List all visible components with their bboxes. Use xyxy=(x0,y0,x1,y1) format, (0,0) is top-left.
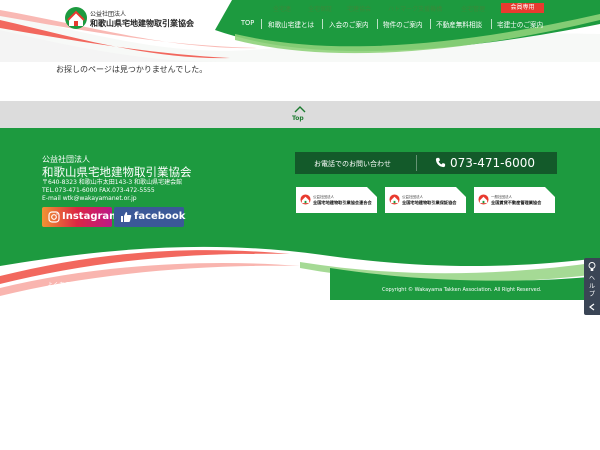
footer-tel-fax: TEL.073-471-6000 FAX.073-472-5555 xyxy=(42,187,155,194)
help-side-tab[interactable]: ヘ ル プ xyxy=(584,258,600,315)
phone-number: 073-471-6000 xyxy=(450,156,536,170)
instagram-button[interactable]: Instagram xyxy=(42,207,120,227)
page-top-label: Top xyxy=(292,115,304,122)
logo-mark-icon xyxy=(65,7,87,29)
facebook-button[interactable]: facebook xyxy=(114,207,186,227)
footer-address: 〒640-8323 和歌山市太田143-3 和歌山県宅建会館 TEL.073-4… xyxy=(42,179,182,203)
nav-item-free-consultation[interactable]: 不動産無料相談 xyxy=(436,19,482,29)
footer-link-divider xyxy=(187,280,188,289)
chevron-up-icon xyxy=(294,106,306,113)
nav-item-about[interactable]: 和歌山宅建とは xyxy=(268,19,314,29)
nav-item-properties[interactable]: 物件のご案内 xyxy=(383,19,423,29)
phone-divider xyxy=(416,155,417,171)
footer-link-access[interactable]: アクセス xyxy=(156,280,180,289)
lightbulb-icon xyxy=(588,262,596,271)
nav-item-takkenshi[interactable]: 宅建士のご案内 xyxy=(497,19,543,29)
page: 公益社団法人 和歌山県宅地建物取引業協会 全宅連 全宅保証 宅建協会 ハトマーク… xyxy=(0,0,600,450)
footer-link-terms[interactable]: サイト利用条件 xyxy=(98,280,140,289)
member-only-button[interactable]: 会員専用 xyxy=(501,3,544,13)
page-top-bar[interactable]: Top xyxy=(0,101,600,128)
phone-contact-box[interactable]: お電話でのお問い合わせ 073-471-6000 xyxy=(295,152,557,174)
hato-mark-icon xyxy=(478,194,489,205)
footer-link-privacy[interactable]: 個人情報保護方針 xyxy=(194,280,242,289)
logo-subtitle: 公益社団法人 xyxy=(90,11,127,18)
footer-link-sitemap[interactable]: サイトマップ xyxy=(289,280,325,289)
thumbs-up-icon xyxy=(121,212,132,222)
nav-divider xyxy=(322,19,323,29)
banner-org-name: 全国賃貸不動産管理業協会 xyxy=(491,200,542,205)
nav-item-top[interactable]: TOP xyxy=(241,19,254,27)
footer-email[interactable]: E-mail wtk@wakayamanet.or.jp xyxy=(42,195,182,203)
banner-corner-graphic xyxy=(367,187,377,197)
top-link-hatomark[interactable]: ハトマーク支援機構 xyxy=(388,4,442,13)
banner-zentakuren[interactable]: 公益社団法人 全国宅地建物取引業協会連合会 xyxy=(296,187,377,213)
logo-title: 和歌山県宅地建物取引業協会 xyxy=(90,19,194,28)
nav-item-membership[interactable]: 入会のご案内 xyxy=(329,19,369,29)
top-link-takken-kyokai[interactable]: 宅建協会 xyxy=(347,4,371,13)
footer-link-divider xyxy=(283,280,284,289)
copyright-text: Copyright © Wakayama Takken Association.… xyxy=(382,287,542,293)
phone-icon xyxy=(435,157,446,168)
facebook-label: facebook xyxy=(134,211,186,222)
help-tab-char: ヘ xyxy=(588,275,595,282)
top-link-zentaku-hosho[interactable]: 全宅保証 xyxy=(308,4,332,13)
footer-link-divider xyxy=(253,280,254,289)
banner-org-name: 全国宅地建物取引業保証協会 xyxy=(402,200,457,205)
banner-zentaku-kanri[interactable]: 一般社団法人 全国賃貸不動産管理業協会 xyxy=(474,187,555,213)
footer-link-faq[interactable]: よくある質問 xyxy=(47,280,83,289)
footer-link-divider xyxy=(91,280,92,289)
help-tab-char: プ xyxy=(588,291,595,298)
footer-org-name: 和歌山県宅地建物取引業協会 xyxy=(42,165,192,179)
nav-divider xyxy=(261,19,262,29)
nav-divider xyxy=(377,19,378,29)
top-link-zentaku-kanri[interactable]: 全宅管理 xyxy=(461,4,485,13)
site-logo[interactable]: 公益社団法人 和歌山県宅地建物取引業協会 xyxy=(64,6,194,32)
nav-divider xyxy=(430,19,431,29)
banner-org-name: 全国宅地建物取引業協会連合会 xyxy=(313,200,372,205)
chevron-left-icon xyxy=(589,303,595,311)
phone-contact-label: お電話でのお問い合わせ xyxy=(314,160,391,168)
hato-mark-icon xyxy=(389,194,400,205)
help-tab-char: ル xyxy=(588,283,595,290)
instagram-label: Instagram xyxy=(62,211,120,222)
footer-link-links[interactable]: リンク xyxy=(259,280,277,289)
banner-zentaku-hosho[interactable]: 公益社団法人 全国宅地建物取引業保証協会 xyxy=(385,187,466,213)
footer-address-line: 〒640-8323 和歌山市太田143-3 和歌山県宅建会館 xyxy=(42,179,183,186)
top-link-zentakuren[interactable]: 全宅連 xyxy=(273,4,291,13)
instagram-icon xyxy=(48,211,60,223)
banner-corner-graphic xyxy=(456,187,466,197)
not-found-message: お探しのページは見つかりませんでした。 xyxy=(56,65,208,74)
nav-divider xyxy=(491,19,492,29)
hato-mark-icon xyxy=(300,194,311,205)
help-tab-label: ヘ ル プ xyxy=(588,275,596,299)
footer-link-divider xyxy=(149,280,150,289)
banner-corner-graphic xyxy=(545,187,555,197)
site-header: 公益社団法人 和歌山県宅地建物取引業協会 全宅連 全宅保証 宅建協会 ハトマーク… xyxy=(0,0,600,62)
site-footer: 公益社団法人 和歌山県宅地建物取引業協会 〒640-8323 和歌山市太田143… xyxy=(0,128,600,300)
